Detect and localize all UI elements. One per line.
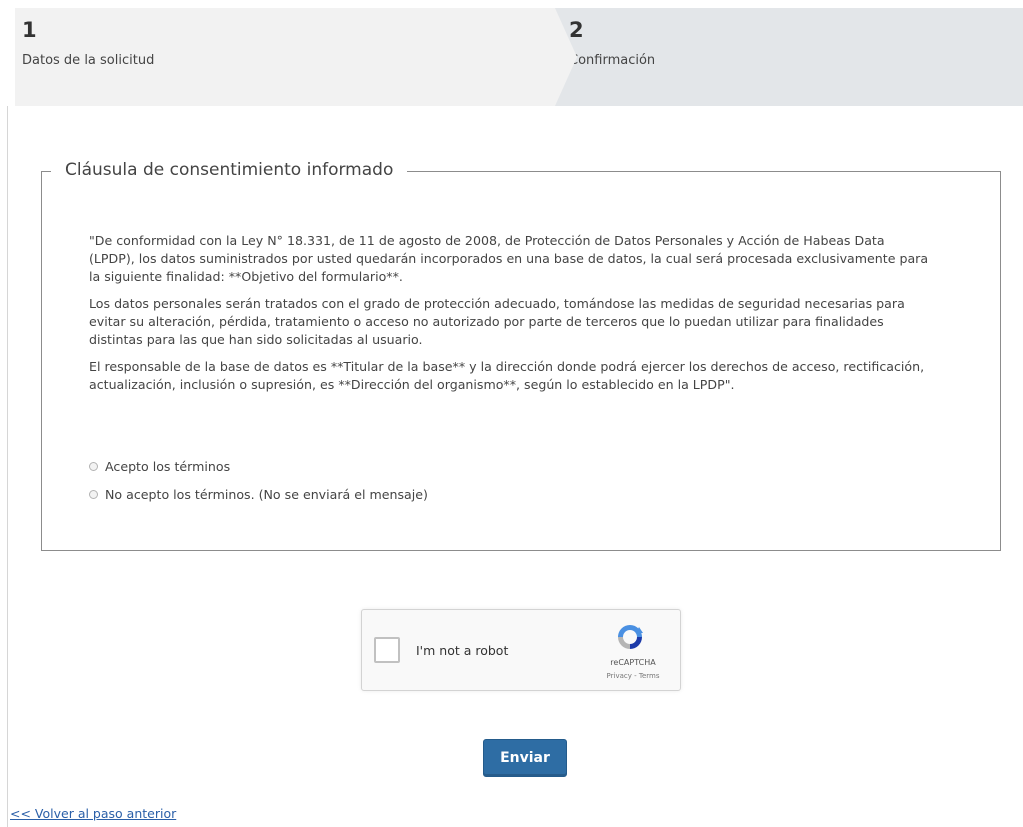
back-link[interactable]: << Volver al paso anterior <box>10 806 176 821</box>
step-1-label: Datos de la solicitud <box>22 53 155 68</box>
step-arrow <box>555 8 577 106</box>
accept-terms-option[interactable]: Acepto los términos <box>89 459 230 474</box>
decline-terms-label: No acepto los términos. (No se enviará e… <box>105 487 428 502</box>
recaptcha-widget: I'm not a robot reCAPTCHA Privacy - Term… <box>361 609 681 691</box>
send-button[interactable]: Enviar <box>483 739 567 777</box>
consent-legend: Cláusula de consentimiento informado <box>51 160 408 180</box>
decline-terms-option[interactable]: No acepto los términos. (No se enviará e… <box>89 487 428 502</box>
step-2: 2 Confirmación <box>555 8 1023 106</box>
accept-terms-radio[interactable] <box>89 462 98 471</box>
step-1-number: 1 <box>22 18 37 42</box>
step-2-label: Confirmación <box>569 53 656 68</box>
wizard-stepper: 1 Datos de la solicitud 2 Confirmación <box>15 8 1023 106</box>
clause-paragraph: Los datos personales serán tratados con … <box>89 296 905 347</box>
recaptcha-privacy-terms[interactable]: Privacy - Terms <box>598 672 668 680</box>
decline-terms-radio[interactable] <box>89 490 98 499</box>
step-1: 1 Datos de la solicitud <box>15 8 555 106</box>
recaptcha-checkbox[interactable] <box>374 637 400 663</box>
clause-paragraph: "De conformidad con la Ley N° 18.331, de… <box>89 233 929 284</box>
consent-clause: "De conformidad con la Ley N° 18.331, de… <box>89 232 929 403</box>
left-border <box>7 106 8 827</box>
accept-terms-label: Acepto los términos <box>105 459 231 474</box>
recaptcha-logo-icon <box>618 625 643 649</box>
clause-paragraph: El responsable de la base de datos es **… <box>89 359 925 392</box>
form-page: 1 Datos de la solicitud 2 Confirmación C… <box>0 0 1023 827</box>
recaptcha-brand: reCAPTCHA <box>610 658 656 667</box>
recaptcha-label: I'm not a robot <box>416 643 509 658</box>
